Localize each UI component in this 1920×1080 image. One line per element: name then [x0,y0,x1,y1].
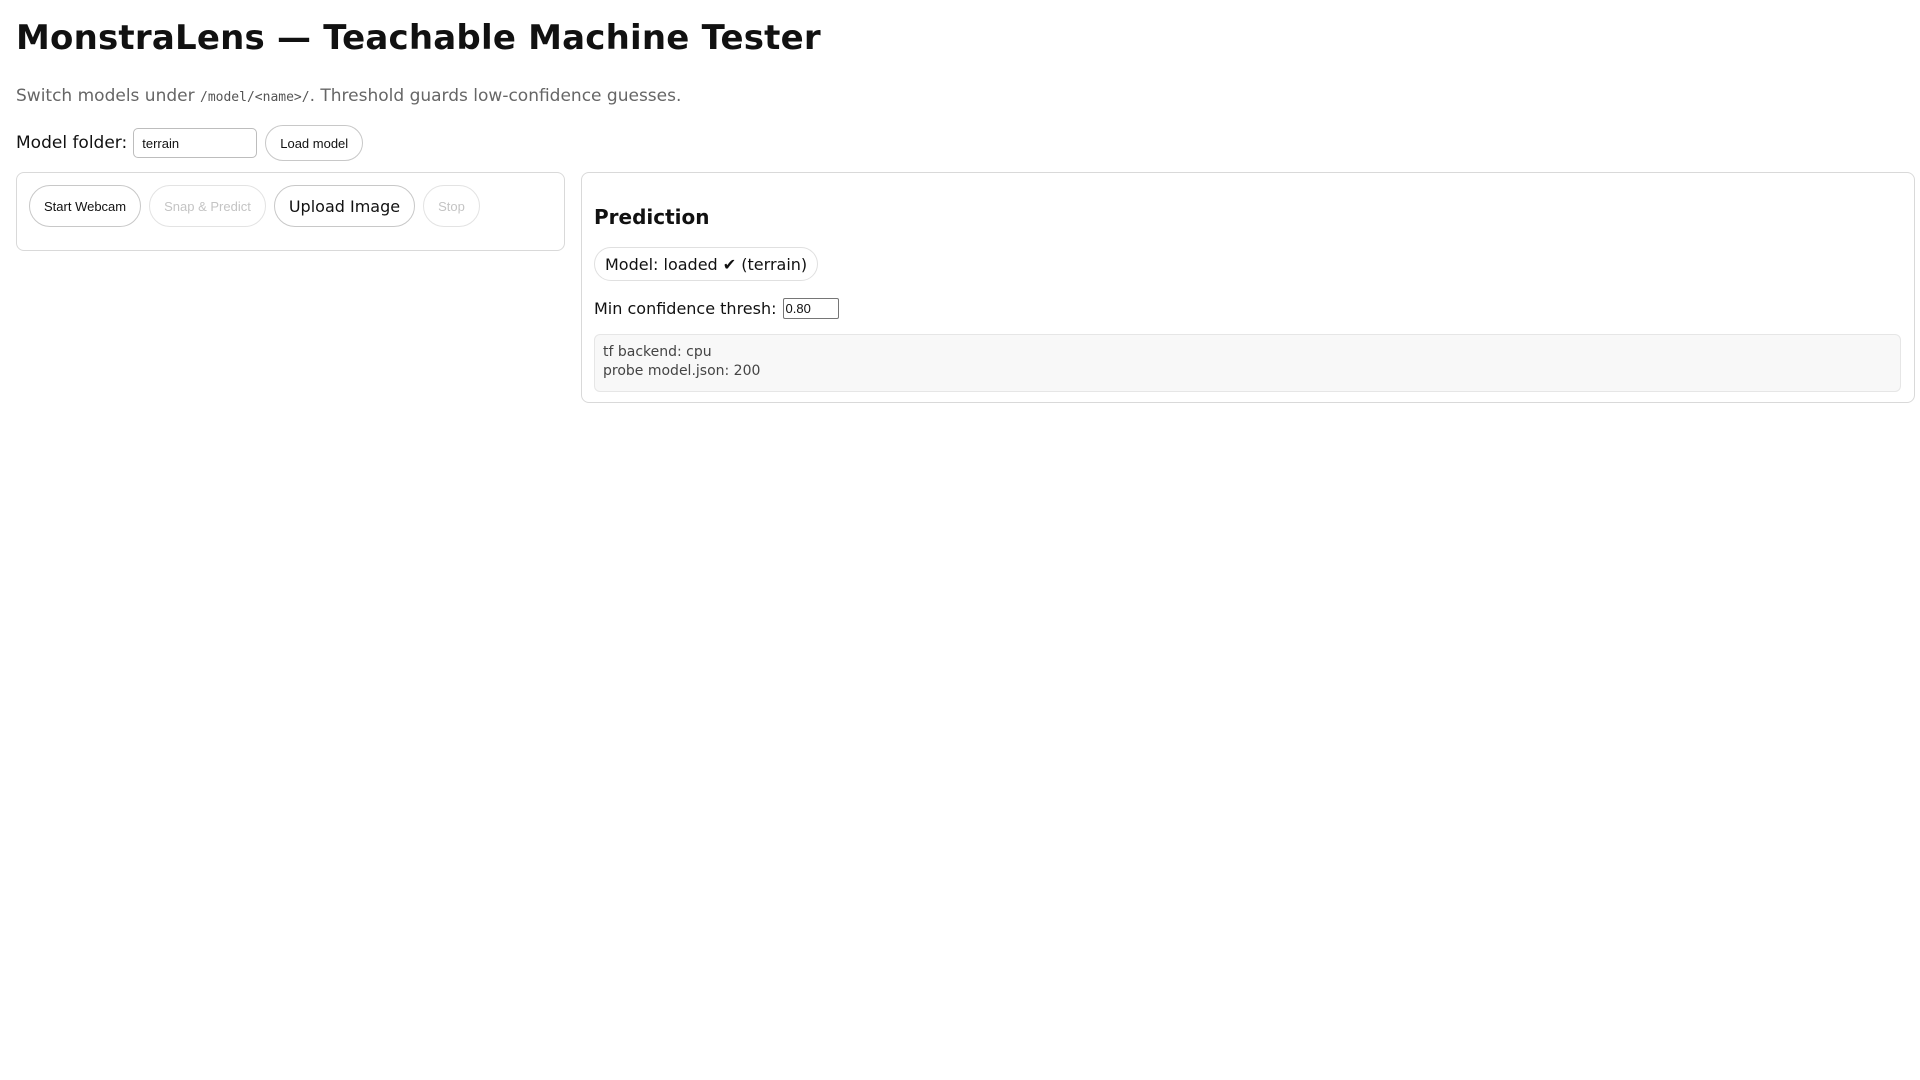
prediction-heading: Prediction [594,205,710,229]
log-line: probe model.json: 200 [603,363,761,379]
threshold-label: Min confidence thresh: [594,299,777,318]
log-line: tf backend: cpu [603,344,712,360]
upload-image-button[interactable]: Upload Image [273,185,416,227]
load-model-button[interactable]: Load model [265,125,364,161]
model-folder-row: Model folder: Load model [16,125,364,161]
capture-panel: Start Webcam Snap & Predict Upload Image… [16,172,565,251]
page: MonstraLens — Teachable Machine Tester S… [0,0,1920,1080]
capture-button-row: Start Webcam Snap & Predict Upload Image… [29,185,480,227]
subtitle-text-end: . Threshold guards low-confidence guesse… [309,86,682,106]
snap-predict-button[interactable]: Snap & Predict [149,185,266,227]
stop-button[interactable]: Stop [423,185,480,227]
start-webcam-button[interactable]: Start Webcam [29,185,142,227]
threshold-input[interactable] [782,298,839,319]
prediction-panel: Prediction Model: loaded ✔ (terrain) Min… [581,172,1915,403]
model-status-badge: Model: loaded ✔ (terrain) [594,247,819,281]
debug-log: tf backend: cpu probe model.json: 200 [594,334,1901,392]
model-folder-label: Model folder: [16,133,128,153]
subtitle-text-start: Switch models under [16,86,200,106]
page-title: MonstraLens — Teachable Machine Tester [16,18,821,58]
page-subtitle: Switch models under /model/<name>/. Thre… [16,86,681,106]
model-folder-input[interactable] [133,128,258,158]
threshold-row: Min confidence thresh: [594,298,839,319]
model-path-code: /model/<name>/ [200,90,310,105]
